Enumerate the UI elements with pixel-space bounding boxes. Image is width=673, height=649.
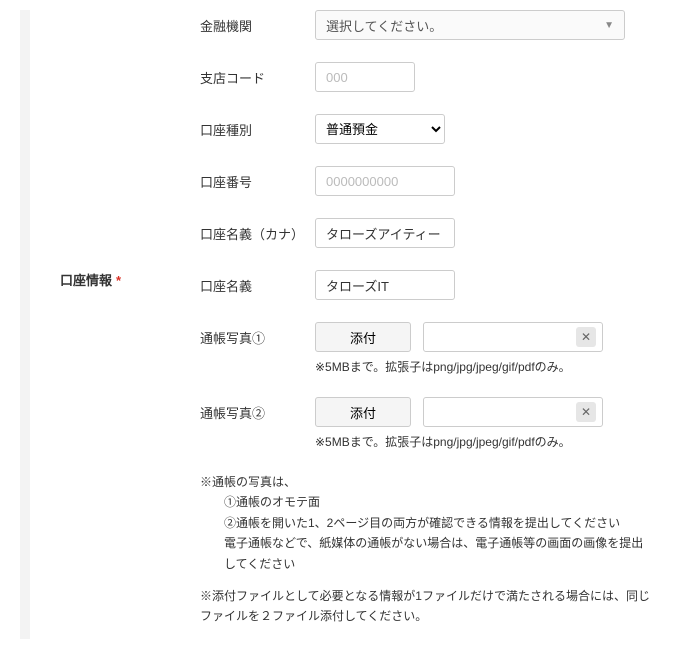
passbook2-hint: ※5MBまで。拡張子はpng/jpg/jpeg/gif/pdfのみ。: [315, 433, 603, 450]
note1-head: ※通帳の写真は、: [200, 472, 653, 492]
note1-line2: ②通帳を開いた1、2ページ目の両方が確認できる情報を提出してください: [200, 513, 653, 533]
close-icon: ✕: [581, 405, 591, 419]
passbook1-hint: ※5MBまで。拡張子はpng/jpg/jpeg/gif/pdfのみ。: [315, 358, 603, 375]
account-type-label: 口座種別: [200, 120, 315, 139]
passbook2-clear-button[interactable]: ✕: [576, 402, 596, 422]
passbook1-clear-button[interactable]: ✕: [576, 327, 596, 347]
account-name-label: 口座名義: [200, 276, 315, 295]
note1-line1: ①通帳のオモテ面: [200, 492, 653, 512]
account-type-select[interactable]: 普通預金: [315, 114, 445, 144]
account-name-input[interactable]: [315, 270, 455, 300]
section-title-text: 口座情報: [60, 273, 112, 288]
account-name-kana-label: 口座名義（カナ）: [200, 224, 315, 243]
note1-line3: 電子通帳などで、紙媒体の通帳がない場合は、電子通帳等の画面の画像を提出してくださ…: [200, 533, 653, 574]
passbook2-attach-button[interactable]: 添付: [315, 397, 411, 427]
close-icon: ✕: [581, 330, 591, 344]
passbook2-label: 通帳写真②: [200, 397, 315, 422]
section-title: 口座情報 *: [60, 10, 200, 289]
note2: ※添付ファイルとして必要となる情報が1ファイルだけで満たされる場合には、同じファ…: [200, 586, 653, 627]
institution-select-value: 選択してください。: [326, 16, 442, 35]
account-number-input[interactable]: [315, 166, 455, 196]
institution-select[interactable]: 選択してください。 ▼: [315, 10, 625, 40]
account-number-label: 口座番号: [200, 172, 315, 191]
caret-down-icon: ▼: [604, 20, 614, 31]
passbook1-file-box: ✕: [423, 322, 603, 352]
account-name-kana-input[interactable]: [315, 218, 455, 248]
left-margin-bar: [20, 10, 30, 639]
required-mark: *: [116, 273, 121, 288]
passbook1-label: 通帳写真①: [200, 322, 315, 347]
institution-label: 金融機関: [200, 16, 315, 35]
branch-code-label: 支店コード: [200, 68, 315, 87]
notes-block: ※通帳の写真は、 ①通帳のオモテ面 ②通帳を開いた1、2ページ目の両方が確認でき…: [200, 472, 653, 627]
passbook2-file-box: ✕: [423, 397, 603, 427]
branch-code-input[interactable]: [315, 62, 415, 92]
passbook1-attach-button[interactable]: 添付: [315, 322, 411, 352]
